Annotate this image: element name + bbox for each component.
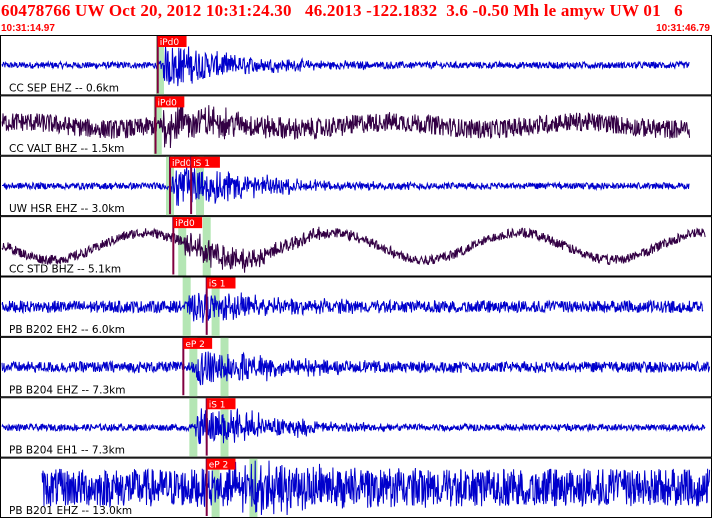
start-time-label: 10:31:14.97 [1,23,55,34]
pick-label: iPd0 [158,98,178,108]
station-label: CC STD BHZ -- 5.1km [9,264,121,276]
header: 60478766 UW Oct 20, 2012 10:31:24.30 46.… [0,0,712,36]
station-label: UW HSR EHZ -- 3.0km [9,203,125,215]
end-time-label: 10:31:46.79 [656,23,710,34]
waveform [1,46,690,87]
pick-label: eP 2 [209,461,229,471]
trace-3: iPd0 CC STD BHZ -- 5.1km [0,216,712,277]
waveform [1,408,706,445]
station-label: PB B201 EHZ -- 13.0km [9,505,132,517]
pick-label: iPd0 [172,159,192,169]
trace-6: iS 1 PB B204 EH1 -- 7.3km [0,397,712,458]
pick-label: iS 1 [209,400,226,410]
trace-0: iPd0 CC SEP EHZ -- 0.6km [0,35,712,96]
trace-2: iPd0 iS 1 UW HSR EHZ -- 3.0km [0,155,712,217]
pick-label: iS 1 [209,280,226,290]
trace-7: eP 2 PB B201 EHZ -- 13.0km [0,457,712,518]
station-label: CC VALT BHZ -- 1.5km [9,143,124,155]
trace-5: eP 2 PB B204 EHZ -- 7.3km [0,336,712,398]
pick-label: iPd0 [160,38,180,48]
waveform [1,291,704,323]
trace-1: iPd0 CC VALT BHZ -- 1.5km [0,95,712,156]
trace-4: iS 1 PB B202 EH2 -- 6.0km [0,276,712,337]
station-label: PB B204 EHZ -- 7.3km [9,384,125,396]
pick-label: eP 2 [185,340,205,350]
station-label: PB B202 EH2 -- 6.0km [9,324,125,336]
pick-label: iPd0 [175,219,195,229]
waveform [1,103,690,149]
waveform [1,351,711,386]
waveform [41,460,711,516]
event-title: 60478766 UW Oct 20, 2012 10:31:24.30 46.… [1,1,683,20]
seismogram-plot: iPd0 CC SEP EHZ -- 0.6km iPd0 CC VALT BHZ -… [0,35,712,518]
station-label: CC SEP EHZ -- 0.6km [9,82,119,94]
waveform [2,165,690,206]
station-label: PB B204 EH1 -- 7.3km [9,445,125,457]
pick-label: iS 1 [193,159,210,169]
